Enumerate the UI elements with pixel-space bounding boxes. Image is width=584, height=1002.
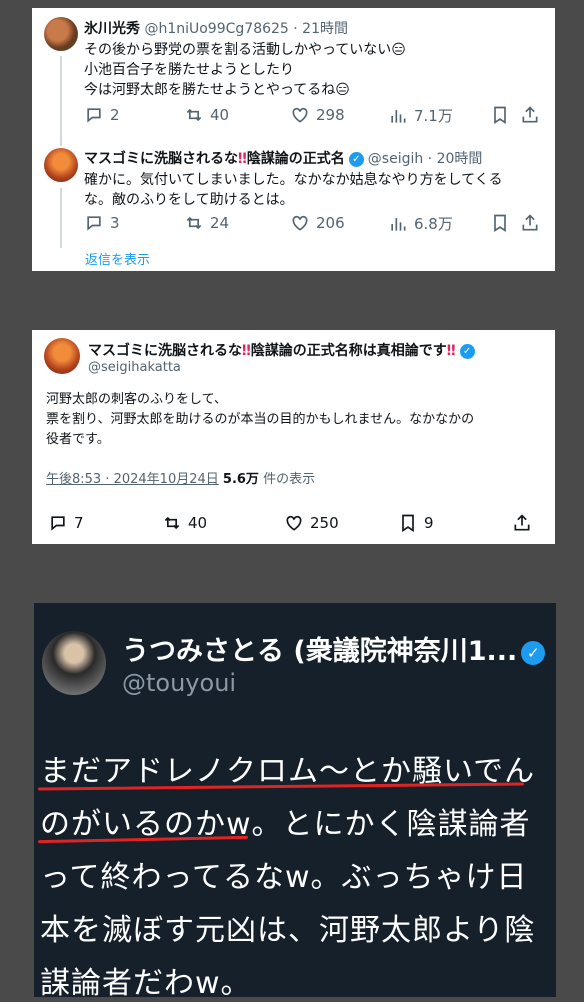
retweet-icon [164,516,180,530]
avatar[interactable] [44,17,78,51]
author-handle[interactable]: @seigihakatta [88,360,181,375]
views-button[interactable]: 6.8万 [388,213,453,234]
reply-icon [87,108,101,123]
avatar[interactable] [44,338,80,374]
author-handle[interactable]: @seigih · 20時間 [368,151,483,167]
tweet-text-line: 本を滅ぼす元凶は、河野太郎より陰 [40,913,536,948]
tweet-text: 河野太郎の刺客のふりをして、 票を割り、河野太郎を助けるのが本当の目的かもしれま… [46,392,475,447]
author-handle[interactable]: @h1niUo99Cg78625 [144,21,288,37]
like-button[interactable]: 250 [284,513,339,533]
author-handle[interactable]: @touyoui [122,669,236,697]
retweet-button[interactable]: 40 [184,105,229,125]
views-chart-icon [391,109,406,123]
double-exclamation-icon: ‼ [446,343,456,359]
reply-thread-card: 氷川光秀 @h1niUo99Cg78625 · 21時間 その後から野党の票を割… [32,8,555,271]
heart-icon [286,515,302,531]
retweet-icon [186,108,202,122]
retweet-icon [186,216,202,230]
author-name[interactable]: マスゴミに洗脳されるな‼陰謀論の正式名称は真相論です‼ ✓ [88,340,479,360]
bookmark-icon[interactable] [490,105,510,125]
tweet-header: 氷川光秀 @h1niUo99Cg78625 · 21時間 [84,18,348,38]
share-icon[interactable] [512,513,532,533]
tweet-text: その後から野党の票を割る活動しかやっていない😑 小池百合子を勝たせようとしたり … [84,42,406,98]
heart-icon [292,215,308,231]
verified-badge-icon: ✓ [521,640,546,665]
view-count: 5.6万 [222,472,259,487]
double-exclamation-icon: ‼ [242,343,251,359]
thread-line [60,188,62,248]
tweet-text-line: のがいるのかw。とにかく陰謀論者 [40,807,531,842]
tweet-detail-card: マスゴミに洗脳されるな‼陰謀論の正式名称は真相論です‼ ✓ @seigihakat… [32,330,555,544]
reply-button[interactable]: 3 [84,213,120,233]
views-label: 件の表示 [258,472,316,487]
avatar[interactable] [44,148,78,182]
tweet-header: マスゴミに洗脳されるな‼陰謀論の正式名 ✓ @seigih · 20時間 [84,148,482,168]
like-button[interactable]: 206 [290,213,345,233]
reply-button[interactable]: 7 [48,513,84,533]
share-icon[interactable] [520,213,540,233]
heart-icon [292,107,308,123]
views-chart-icon [391,217,406,231]
retweet-button[interactable]: 24 [184,213,229,233]
verified-badge-icon: ✓ [348,151,364,167]
bookmark-icon [402,514,414,533]
reply-icon [87,216,101,231]
tweet-text-line: 謀論者だわw。 [40,966,252,1001]
tweet-text: 確かに。気付いてしまいました。なかなか姑息なやり方をしてくる な。敵のふりをして… [84,172,503,208]
tweet-time[interactable]: · 21時間 [293,21,348,37]
tweet-text-line: って終わってるなw。ぶっちゃけ日 [40,860,528,895]
author-name[interactable]: うつみさとる (衆議院神奈川1... ✓ [122,629,549,668]
author-name[interactable]: マスゴミに洗脳されるな‼陰謀論の正式名 [84,151,345,167]
views-button[interactable]: 7.1万 [388,105,453,126]
double-exclamation-icon: ‼ [238,151,247,167]
avatar[interactable] [42,631,106,695]
tweet-meta: 午後8:53 · 2024年10月24日 5.6万 件の表示 [46,468,315,487]
like-button[interactable]: 298 [290,105,345,125]
retweet-button[interactable]: 40 [162,513,207,533]
reply-button[interactable]: 2 [84,105,120,125]
author-name[interactable]: 氷川光秀 [84,21,140,37]
share-icon[interactable] [520,105,540,125]
verified-badge-icon: ✓ [459,343,475,359]
reply-icon [51,516,65,531]
dark-tweet-card: うつみさとる (衆議院神奈川1... ✓ @touyoui まだアドレノクロム〜と… [34,603,556,1001]
show-replies-link[interactable]: 返信を表示 [85,249,150,268]
timestamp-link[interactable]: 午後8:53 · 2024年10月24日 [46,472,219,487]
thread-line [60,56,62,146]
bookmark-button[interactable]: 9 [398,513,434,533]
bookmark-icon[interactable] [490,213,510,233]
